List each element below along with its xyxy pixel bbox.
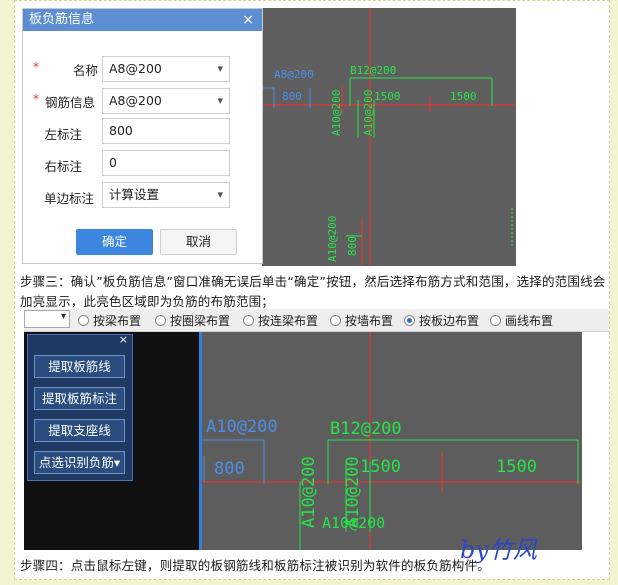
name-label: 名称: [72, 63, 98, 78]
cad-label: A10@200: [362, 90, 375, 136]
left-annotation-input[interactable]: 800: [102, 118, 230, 144]
radio-label: 按板边布置: [419, 314, 480, 328]
extract-rebar-line-button[interactable]: 提取板筋线: [34, 355, 125, 378]
toolbar-dropdown[interactable]: [24, 310, 70, 328]
cad-label: A10@200: [326, 216, 339, 262]
right-annotation-input[interactable]: 0: [102, 150, 230, 176]
radio-beam[interactable]: 按梁布置: [78, 312, 141, 329]
recognition-panel: × 提取板筋线 提取板筋标注 提取支座线 点选识别负筋▾: [27, 333, 133, 481]
cad-label: 1500: [360, 457, 401, 477]
cad-label: 800: [346, 236, 359, 256]
radio-label: 按墙布置: [345, 314, 394, 328]
cad-label: B12@200: [330, 419, 402, 439]
radio-link-beam[interactable]: 按连梁布置: [243, 312, 318, 329]
right-annotation-value: 0: [109, 155, 117, 170]
right-annotation-label: 右标注: [44, 159, 82, 174]
rebar-info-label: 钢筋信息: [44, 95, 95, 110]
radio-draw-line[interactable]: 画线布置: [490, 312, 553, 329]
radio-icon: [330, 315, 341, 326]
single-side-value: 计算设置: [109, 187, 160, 202]
cad-label: B12@200: [350, 64, 396, 77]
dialog-titlebar: 板负筋信息 ×: [23, 9, 262, 31]
single-side-select[interactable]: 计算设置: [102, 182, 230, 208]
radio-selected-icon: [404, 315, 415, 326]
cad-drawing-top: A8@200 B12@200 800 1500 1500 A10@200 A10…: [262, 8, 516, 266]
radio-slab-edge[interactable]: 按板边布置: [404, 312, 479, 329]
radio-label: 画线布置: [505, 314, 554, 328]
point-recognize-button[interactable]: 点选识别负筋▾: [34, 451, 125, 474]
radio-label: 按连梁布置: [258, 314, 319, 328]
cad-label: A10@200: [330, 90, 343, 136]
cancel-button[interactable]: 取消: [160, 229, 237, 255]
cad-label: A10@200: [299, 456, 319, 528]
left-annotation-label: 左标注: [44, 127, 82, 142]
cad-canvas-top[interactable]: A8@200 B12@200 800 1500 1500 A10@200 A10…: [262, 8, 516, 266]
extract-rebar-annotation-button[interactable]: 提取板筋标注: [34, 387, 125, 410]
step4-text: 步骤四：点击鼠标左键，则提取的板钢筋线和板筋标注被识别为软件的板负筋构件。: [20, 558, 490, 573]
cad-label: 1500: [374, 90, 401, 103]
rebar-info-select[interactable]: A8@200: [102, 88, 230, 114]
cad-label: 800: [282, 90, 302, 103]
cad-label: 1500: [496, 457, 537, 477]
cad-label: 1500: [450, 90, 477, 103]
radio-icon: [155, 315, 166, 326]
cad-label: A8@200: [274, 68, 314, 81]
cad-label: A10@200: [322, 514, 385, 532]
dialog-title: 板负筋信息: [29, 12, 95, 27]
left-annotation-value: 800: [109, 123, 133, 138]
layout-toolbar: 按梁布置 按圈梁布置 按连梁布置 按墙布置 按板边布置 画线布置: [24, 309, 609, 332]
radio-icon: [78, 315, 89, 326]
cad-label: A10@200: [206, 417, 278, 437]
single-side-label: 单边标注: [43, 191, 94, 206]
radio-label: 按梁布置: [93, 314, 142, 328]
radio-wall[interactable]: 按墙布置: [330, 312, 393, 329]
name-select-value: A8@200: [109, 61, 162, 76]
step3-text: 步骤三：确认”板负筋信息”窗口准确无误后单击“确定”按钮，然后选择布筋方式和范围…: [20, 274, 606, 309]
radio-icon: [490, 315, 501, 326]
ok-button[interactable]: 确定: [76, 229, 153, 255]
close-icon[interactable]: ×: [242, 9, 254, 31]
radio-label: 按圈梁布置: [170, 314, 231, 328]
radio-ring-beam[interactable]: 按圈梁布置: [155, 312, 230, 329]
radio-icon: [243, 315, 254, 326]
extract-support-line-button[interactable]: 提取支座线: [34, 419, 125, 442]
close-icon[interactable]: ×: [119, 333, 128, 346]
cad-label: 800: [214, 459, 245, 479]
rebar-info-value: A8@200: [109, 93, 162, 108]
name-select[interactable]: A8@200: [102, 56, 230, 82]
